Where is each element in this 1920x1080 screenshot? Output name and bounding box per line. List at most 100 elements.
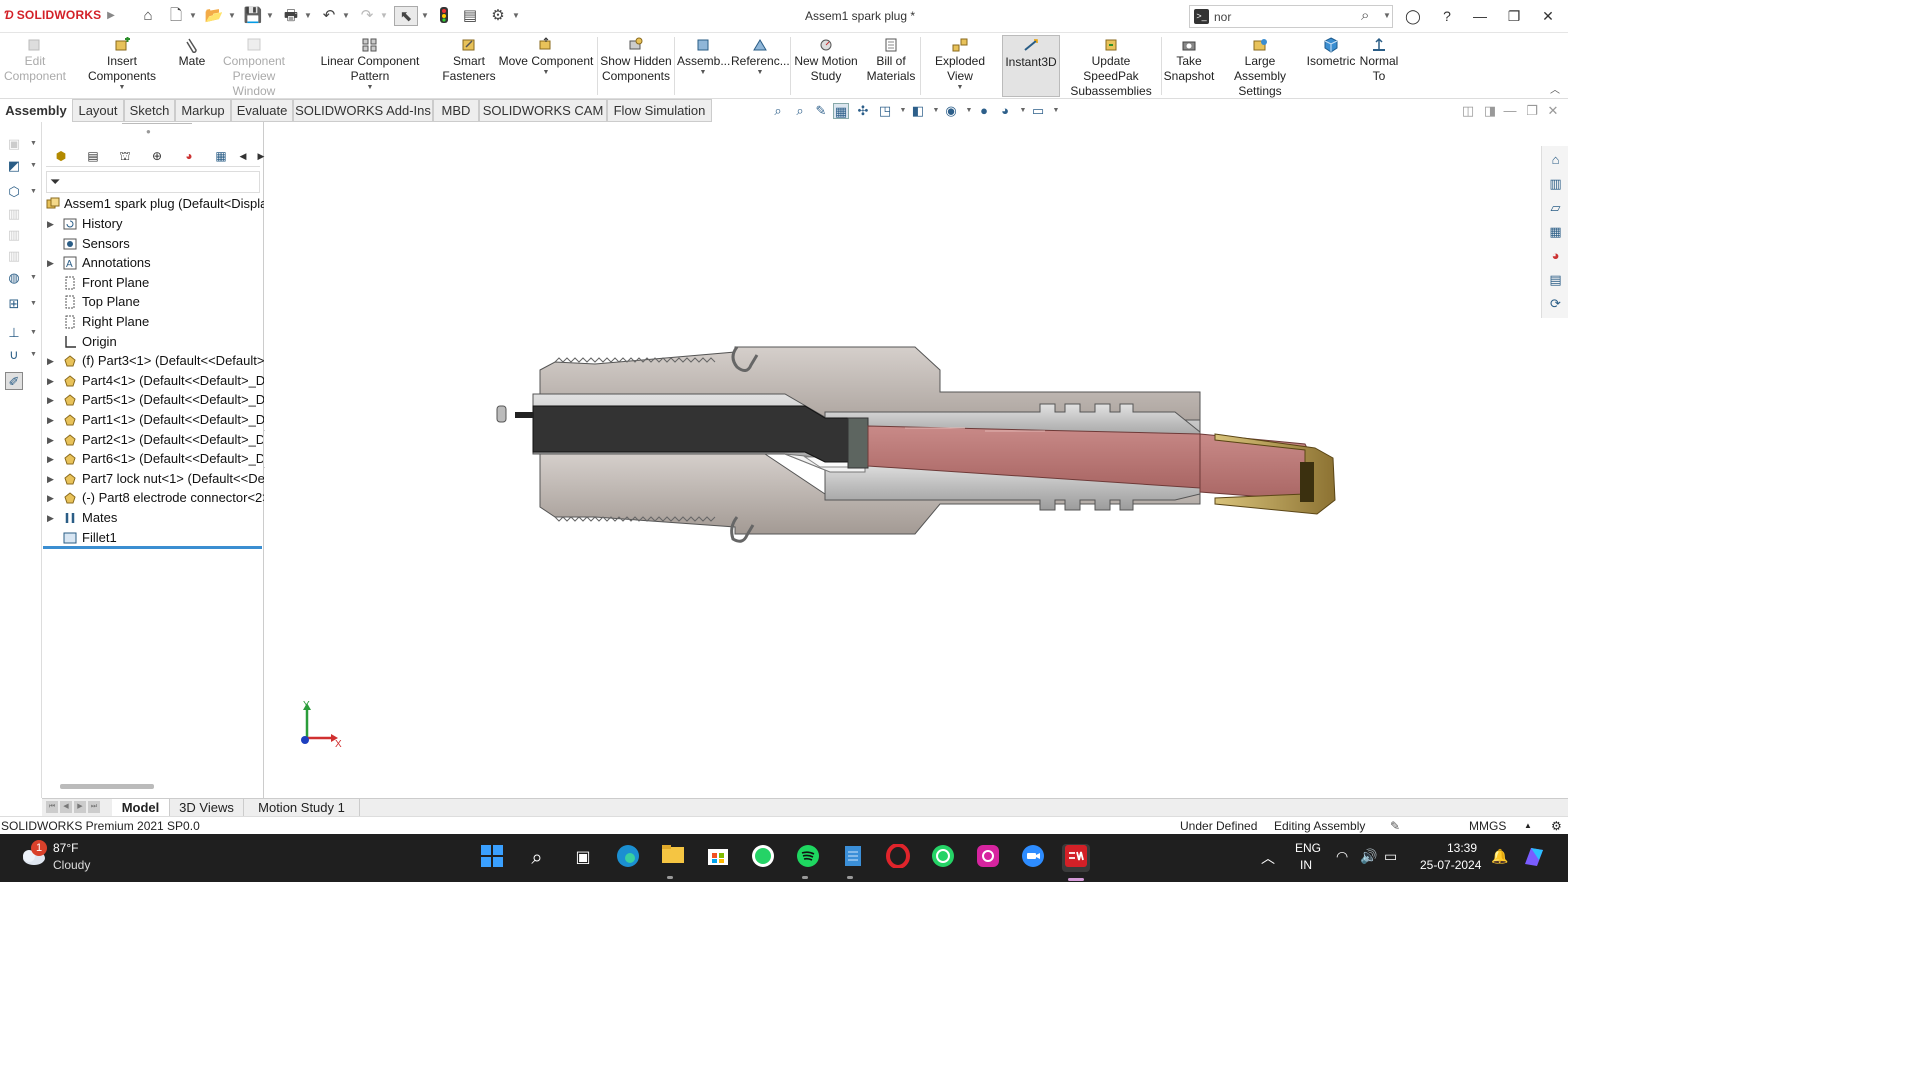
custom-properties-icon[interactable]: ▤ [1547, 271, 1564, 288]
close-icon[interactable]: ✕ [1537, 6, 1559, 26]
tree-item[interactable]: Sensors [42, 234, 264, 254]
section-view-icon[interactable]: ▦ [833, 103, 849, 119]
rebuild-status-icon[interactable]: ✎ [1390, 817, 1400, 835]
first-tab-icon[interactable]: ⏮ [46, 801, 58, 813]
sketch-tool-icon[interactable]: ▣ [5, 135, 23, 153]
new-document-icon[interactable]: 🗋 [166, 6, 186, 26]
edge-browser-icon[interactable] [614, 844, 642, 872]
next-tab-icon[interactable]: ▶ [74, 801, 86, 813]
notepad-icon[interactable] [839, 844, 867, 872]
dropdown-icon[interactable]: ▼ [30, 351, 37, 358]
tree-item[interactable]: Top Plane [42, 292, 264, 312]
expand-arrow-icon[interactable]: ▶ [47, 253, 54, 273]
collapse-ribbon-icon[interactable]: ︿ [1550, 81, 1560, 96]
appearance-tool-icon[interactable]: ◍ [5, 269, 23, 287]
new-dropdown-icon[interactable]: ▼ [188, 6, 198, 26]
status-options-icon[interactable]: ⚙ [1551, 817, 1562, 835]
tree-item[interactable]: ▶ Part1<1> (Default<<Default>_Di [42, 410, 264, 430]
features-tool-icon[interactable]: ◩ [5, 157, 23, 175]
tab-flow-simulation[interactable]: Flow Simulation [607, 99, 712, 122]
search-taskbar-icon[interactable]: ⌕ [523, 844, 551, 872]
view-orientation-icon[interactable]: ◳ [877, 103, 893, 119]
dropdown-icon[interactable]: ▼ [30, 300, 37, 307]
dropdown-icon[interactable]: ▼ [30, 162, 37, 169]
graphics-area[interactable]: Y X [265, 122, 1541, 798]
isometric-button[interactable]: Isometric [1305, 35, 1357, 97]
update-speedpak-button[interactable]: Update SpeedPak Subassemblies [1064, 35, 1158, 98]
dropdown-arrow-icon[interactable]: ▼ [498, 69, 594, 77]
file-properties-icon[interactable]: ▤ [460, 6, 480, 26]
tree-item[interactable]: ▶ Part2<1> (Default<<Default>_Di [42, 430, 264, 450]
display-style-icon[interactable]: ◧ [910, 103, 926, 119]
smart-fasteners-button[interactable]: Smart Fasteners [441, 35, 497, 97]
solidworks-logo[interactable]: Ɗ SOLIDWORKS [4, 8, 101, 22]
horizontal-scrollbar[interactable] [60, 784, 154, 789]
print-icon[interactable]: 🖶 [281, 6, 301, 26]
open-dropdown-icon[interactable]: ▼ [227, 6, 237, 26]
pattern-tool-icon[interactable]: ⊞ [5, 295, 23, 313]
box-tool-icon[interactable]: ⬡ [5, 183, 23, 201]
property-manager-tab-icon[interactable]: ▤ [80, 147, 106, 165]
show-hidden-icons-chevron-icon[interactable]: ︿ [1261, 848, 1275, 868]
expand-arrow-icon[interactable]: ▶ [47, 214, 54, 234]
save-icon[interactable]: 💾 [243, 6, 263, 26]
whatsapp-desktop-icon[interactable] [929, 844, 957, 872]
tree-item[interactable]: ▶ Part7 lock nut<1> (Default<<Def [42, 469, 264, 489]
expand-arrow-icon[interactable]: ▶ [47, 351, 54, 371]
zoom-icon[interactable] [1019, 844, 1047, 872]
take-snapshot-button[interactable]: Take Snapshot [1163, 35, 1215, 97]
expand-arrow-icon[interactable]: ▶ [47, 430, 54, 450]
minimize-icon[interactable]: — [1469, 6, 1491, 26]
home-icon[interactable]: ⌂ [138, 6, 158, 26]
assembly-features-button[interactable]: Assemb... ▼ [677, 35, 730, 97]
solidworks-taskbar-icon[interactable] [1062, 844, 1090, 872]
user-account-icon[interactable]: ◯ [1402, 6, 1424, 26]
view-settings-dropdown-icon[interactable]: ▼ [1048, 103, 1064, 119]
tab-motion-study-1[interactable]: Motion Study 1 [244, 799, 360, 817]
normal-to-button[interactable]: Normal To [1358, 35, 1400, 97]
tree-item[interactable]: Origin [42, 332, 264, 352]
zoom-to-area-icon[interactable]: ⌕ [792, 103, 808, 119]
electrode-tip[interactable] [515, 412, 533, 418]
dropdown-arrow-icon[interactable]: ▼ [72, 84, 172, 92]
tree-item[interactable]: ▶ Mates [42, 508, 264, 528]
large-assembly-settings-button[interactable]: Large Assembly Settings [1218, 35, 1302, 98]
display-style-dropdown-icon[interactable]: ▼ [928, 103, 944, 119]
tree-item[interactable]: ▶ Part6<1> (Default<<Default>_Di [42, 449, 264, 469]
microsoft-store-icon[interactable] [704, 844, 732, 872]
view-palette-icon[interactable]: ▦ [1547, 223, 1564, 240]
expand-arrow-icon[interactable]: ▶ [47, 449, 54, 469]
tree-item[interactable]: ▶ (-) Part8 electrode connector<2> [42, 488, 264, 508]
tab-sketch[interactable]: Sketch [124, 99, 175, 122]
new-motion-study-button[interactable]: New Motion Study [792, 35, 860, 97]
viewport-split-icon[interactable]: ◫ [1460, 103, 1476, 119]
tree-item[interactable]: ▶ (f) Part3<1> (Default<<Default>_ [42, 351, 264, 371]
dropdown-arrow-icon[interactable]: ▼ [300, 84, 440, 92]
help-icon[interactable]: ? [1436, 6, 1458, 26]
dimxpert-tab-icon[interactable]: ⊕ [144, 147, 170, 165]
hide-show-dropdown-icon[interactable]: ▼ [961, 103, 977, 119]
expand-arrow-icon[interactable]: ▶ [47, 508, 54, 528]
viewport-tile-icon[interactable]: ◨ [1482, 103, 1498, 119]
appearances-icon[interactable]: ◕ [1547, 247, 1564, 264]
input-language[interactable]: ENG [1295, 841, 1321, 855]
viewport-minimize-icon[interactable]: — [1502, 103, 1518, 119]
dynamic-annotation-icon[interactable]: ✣ [855, 103, 871, 119]
move-component-button[interactable]: Move Component ▼ [498, 35, 594, 97]
bill-of-materials-button[interactable]: Bill of Materials [864, 35, 918, 97]
design-library-icon[interactable]: ▥ [1547, 175, 1564, 192]
tab-mbd[interactable]: MBD [433, 99, 479, 122]
battery-icon[interactable]: ▭ [1384, 848, 1397, 865]
dropdown-arrow-icon[interactable]: ▼ [677, 69, 729, 77]
linear-component-pattern-button[interactable]: Linear Component Pattern ▼ [300, 35, 440, 97]
apply-scene-icon[interactable]: ◕ [997, 103, 1013, 119]
save-dropdown-icon[interactable]: ▼ [265, 6, 275, 26]
previous-view-icon[interactable]: ✎ [813, 103, 829, 119]
edit-component-button[interactable]: Edit Component [2, 35, 68, 97]
tab-markup[interactable]: Markup [175, 99, 231, 122]
expand-arrow-icon[interactable]: ▶ [47, 371, 54, 391]
expand-arrow-icon[interactable]: ▶ [47, 469, 54, 489]
tree-root-assembly[interactable]: Assem1 spark plug (Default<Display [42, 194, 264, 214]
show-hidden-components-button[interactable]: Show Hidden Components [600, 35, 672, 97]
tab-solidworks-add-ins[interactable]: SOLIDWORKS Add-Ins [293, 99, 433, 122]
